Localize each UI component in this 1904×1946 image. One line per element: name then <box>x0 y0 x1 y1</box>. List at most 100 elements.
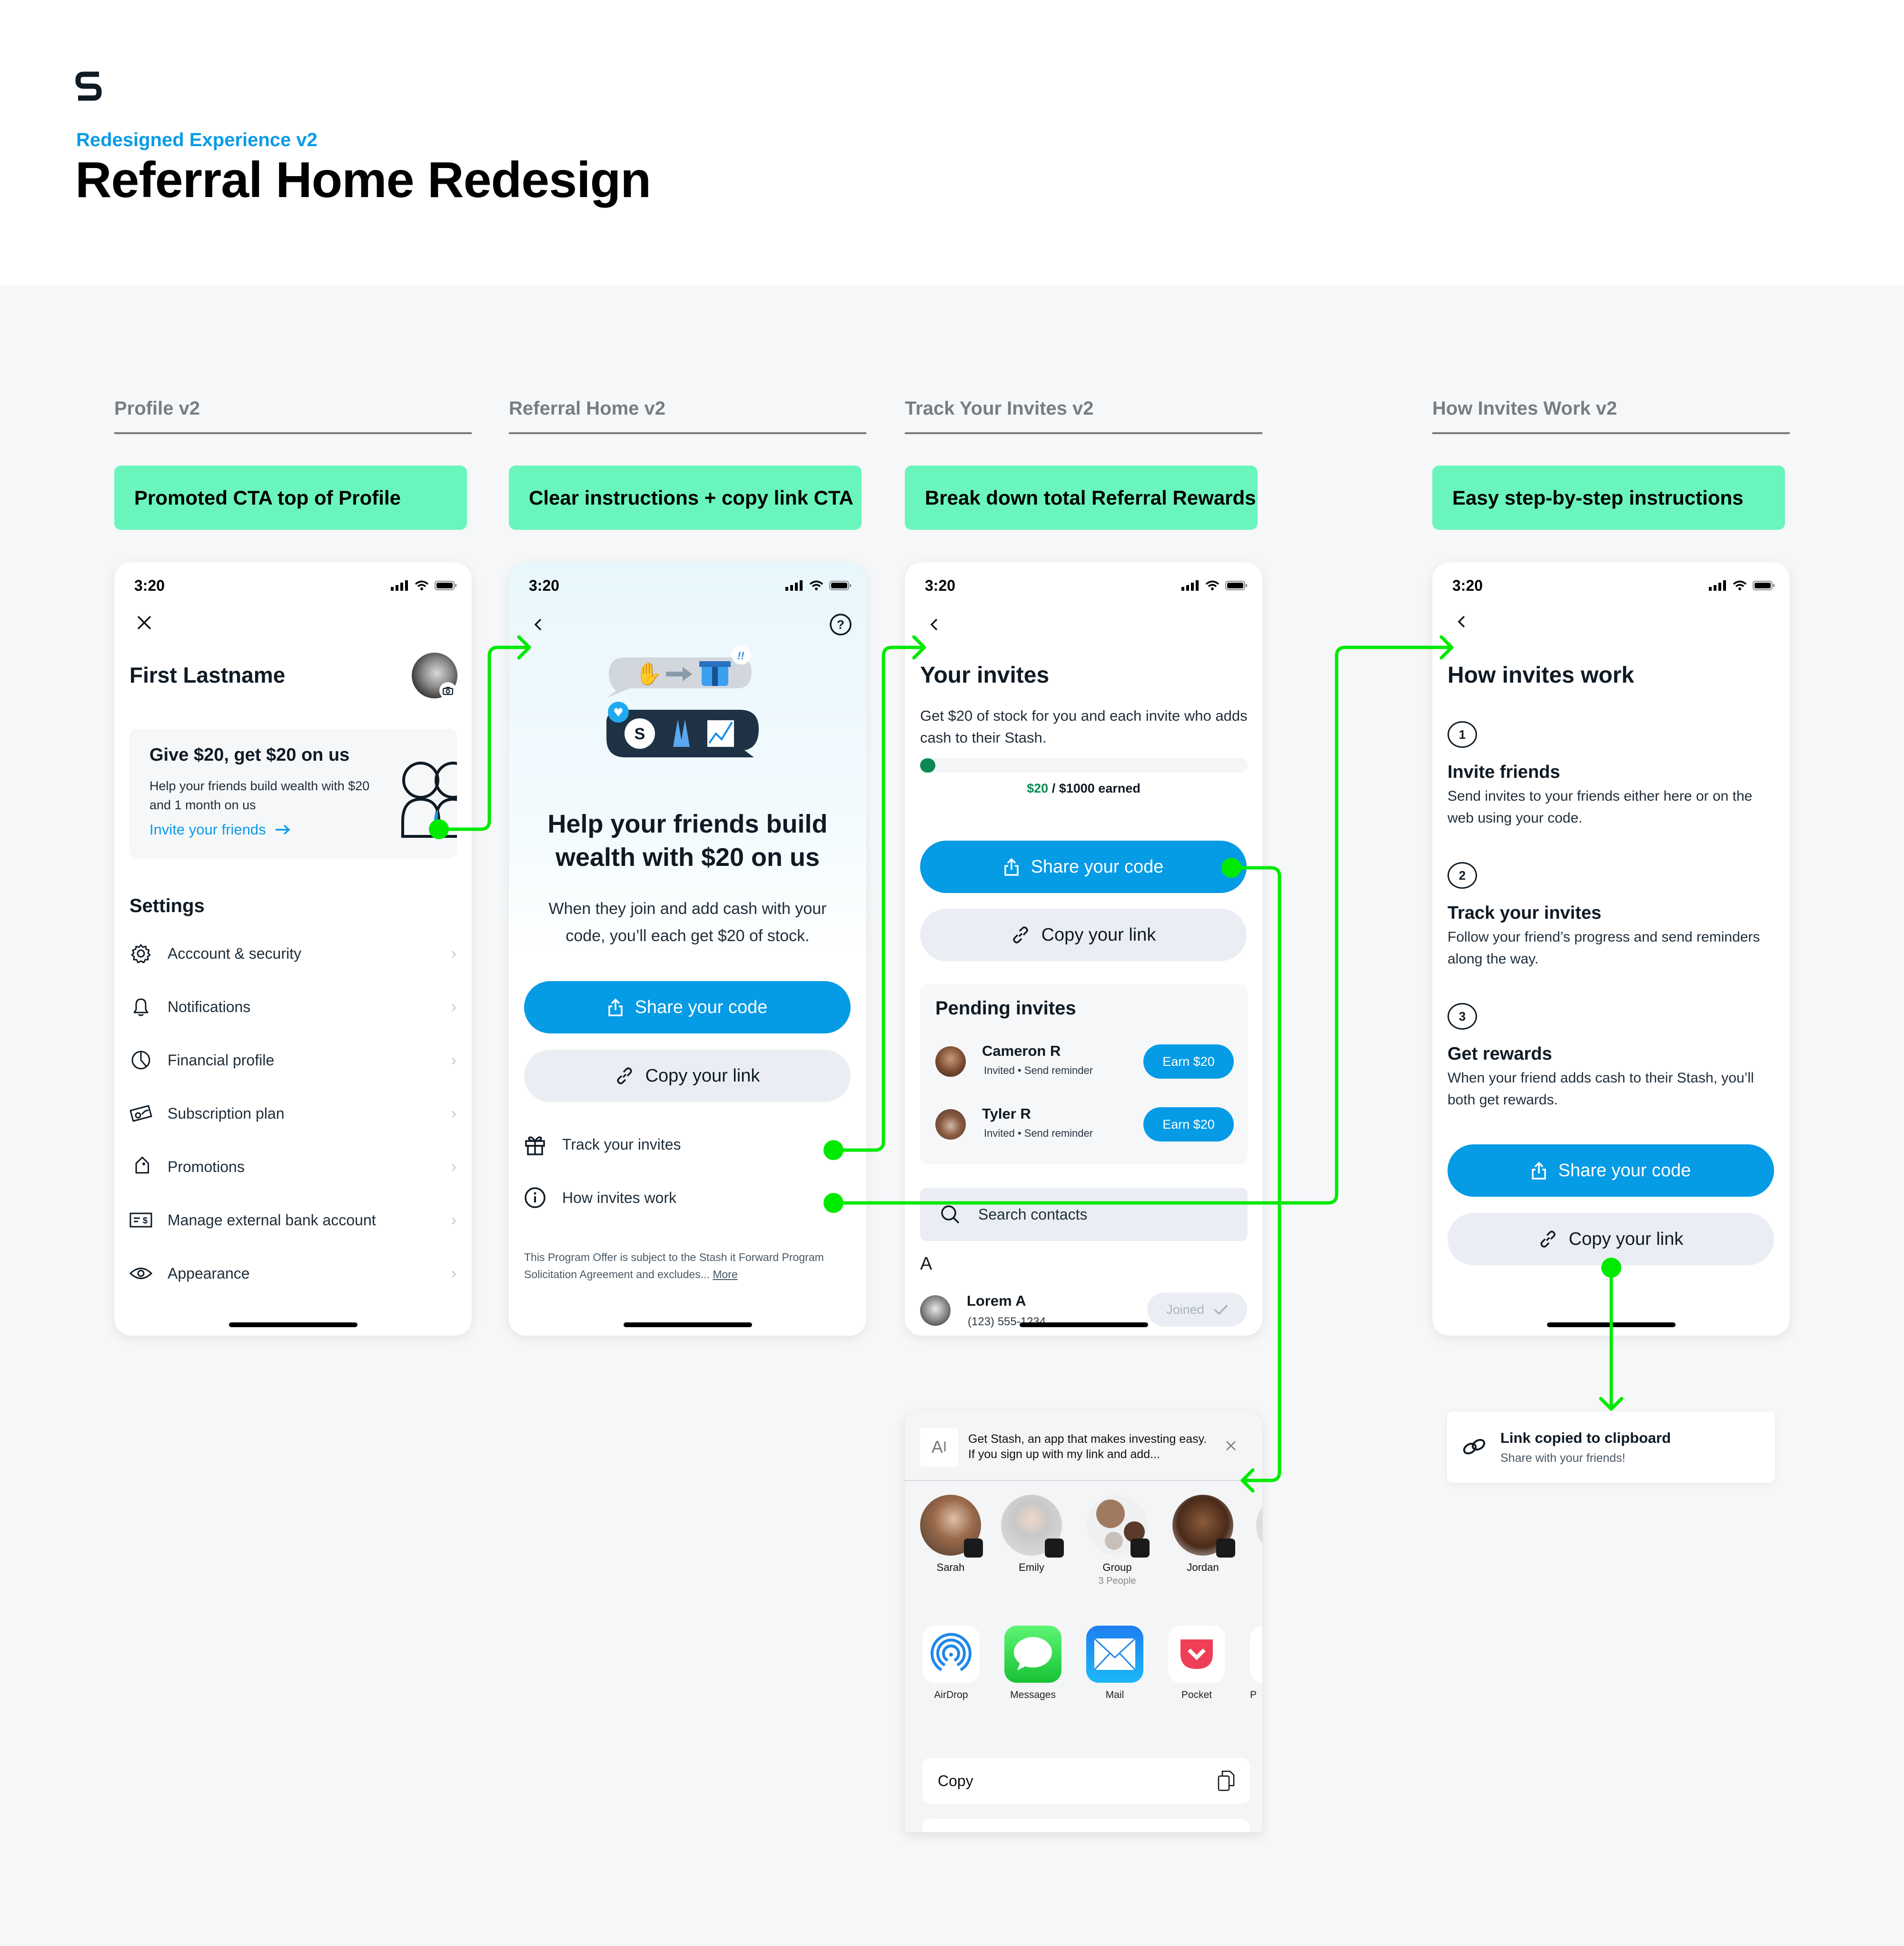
signal-icon <box>1709 580 1726 591</box>
svg-text:?: ? <box>837 617 844 632</box>
mail-icon <box>1086 1626 1143 1683</box>
eye-icon <box>129 1262 152 1285</box>
step-1: 1 Invite friends Send invites to your fr… <box>1448 721 1776 829</box>
avatar <box>935 1109 966 1140</box>
share-person[interactable]: Jordan <box>1170 1495 1236 1574</box>
signal-icon <box>391 580 408 591</box>
back-chevron-icon[interactable] <box>1449 610 1473 634</box>
checkmark-icon <box>1214 1304 1228 1315</box>
svg-text:!!: !! <box>737 650 744 662</box>
settings-item-label: Acccount & security <box>168 944 301 962</box>
share-person[interactable]: Sarah <box>917 1495 984 1574</box>
rewards-progress-fill <box>920 758 935 773</box>
share-code-button[interactable]: Share your code <box>920 841 1247 893</box>
earn-button[interactable]: Earn $20 <box>1143 1044 1234 1079</box>
person-name: Emily <box>1019 1561 1044 1573</box>
back-chevron-icon[interactable] <box>922 613 946 636</box>
app-name: Mail <box>1105 1689 1124 1700</box>
step-3: 3 Get rewards When your friend adds cash… <box>1448 1003 1776 1111</box>
settings-item-financial-profile[interactable]: Financial profile › <box>129 1041 456 1079</box>
toast-subtitle: Share with your friends! <box>1500 1451 1626 1465</box>
contact-row: Lorem A (123) 555-1234 Joined <box>920 1292 1249 1333</box>
copy-link-button[interactable]: Copy your link <box>920 909 1247 961</box>
contact-name: Lorem A <box>967 1292 1026 1309</box>
step-number-badge: 1 <box>1448 721 1477 748</box>
status-time: 3:20 <box>529 576 560 594</box>
settings-item-subscription-plan[interactable]: Subscription plan › <box>129 1094 456 1132</box>
more-link[interactable]: More <box>713 1268 737 1281</box>
share-person[interactable]: Emily <box>998 1495 1065 1574</box>
share-action-copy[interactable]: Copy <box>922 1758 1250 1804</box>
share-app-airdrop[interactable]: AirDrop <box>922 1626 980 1701</box>
step-body: Send invites to your friends either here… <box>1448 788 1753 826</box>
how-invites-work-link[interactable]: How invites work <box>524 1187 676 1209</box>
settings-item-manage-bank[interactable]: $ Manage external bank account › <box>129 1201 456 1239</box>
copy-link-label: Copy your link <box>1568 1229 1684 1249</box>
app-name: Pocket <box>1181 1689 1212 1700</box>
settings-item-label: Subscription plan <box>168 1104 285 1122</box>
track-invites-link[interactable]: Track your invites <box>524 1133 681 1155</box>
promo-body: Help your friends build wealth with $20 … <box>149 779 370 812</box>
invite-friends-link[interactable]: Invite your friends <box>149 821 291 838</box>
share-apps-row: AirDrop Messages Mail Pocket P <box>905 1626 1262 1702</box>
pie-chart-icon <box>129 1049 152 1072</box>
settings-item-label: Financial profile <box>168 1051 275 1069</box>
share-code-button[interactable]: Share your code <box>1448 1144 1774 1197</box>
search-icon <box>941 1205 960 1224</box>
person-name: Group <box>1102 1561 1132 1573</box>
back-chevron-icon[interactable] <box>526 613 550 636</box>
settings-item-appearance[interactable]: Appearance › <box>129 1254 456 1292</box>
share-person[interactable]: Group 3 People <box>1084 1495 1150 1587</box>
battery-icon <box>1753 581 1775 590</box>
share-icon <box>608 998 623 1016</box>
settings-item-notifications[interactable]: Notifications › <box>129 988 456 1026</box>
share-action-reading-list[interactable]: Add to Reading List <box>922 1819 1250 1832</box>
disclaimer-text: This Program Offer is subject to the Sta… <box>524 1251 824 1281</box>
share-app-more[interactable]: P <box>1250 1626 1262 1701</box>
chevron-right-icon: › <box>451 1264 456 1282</box>
friends-illustration-icon <box>401 762 457 838</box>
copy-link-button[interactable]: Copy your link <box>524 1050 851 1102</box>
pending-invite-row: Tyler R Invited • Send reminder Earn $20 <box>935 1105 1235 1142</box>
invites-body: Get $20 of stock for you and each invite… <box>920 707 1248 746</box>
step-body: Follow your friend’s progress and send r… <box>1448 929 1760 967</box>
copy-link-button[interactable]: Copy your link <box>1448 1213 1774 1265</box>
send-reminder-link[interactable]: Send reminder <box>1024 1064 1093 1076</box>
avatar[interactable] <box>1256 1495 1262 1556</box>
step-title: Invite friends <box>1448 762 1560 782</box>
send-reminder-link[interactable]: Send reminder <box>1024 1127 1093 1139</box>
share-app-messages[interactable]: Messages <box>1004 1626 1061 1701</box>
link-icon <box>1012 926 1028 943</box>
column-header-referral-home: Referral Home v2 <box>509 398 666 419</box>
airdrop-badge-icon <box>1216 1539 1235 1558</box>
home-indicator <box>229 1322 357 1327</box>
home-indicator <box>1020 1322 1148 1327</box>
annotation-tag: Clear instructions + copy link CTA <box>509 466 862 530</box>
settings-item-account-security[interactable]: Acccount & security › <box>129 934 456 973</box>
settings-item-label: Manage external bank account <box>168 1211 376 1229</box>
search-contacts-input[interactable]: Search contacts <box>920 1188 1248 1241</box>
column-header-profile: Profile v2 <box>114 398 200 419</box>
share-app-mail[interactable]: Mail <box>1086 1626 1143 1701</box>
status-bar: 3:20 <box>1452 574 1775 597</box>
airdrop-badge-icon <box>1045 1539 1064 1558</box>
pending-invites-card: Pending invites Cameron R Invited • Send… <box>920 984 1248 1164</box>
step-title: Get rewards <box>1448 1044 1552 1064</box>
camera-icon[interactable] <box>439 682 456 699</box>
page-subtitle: Redesigned Experience v2 <box>76 129 317 150</box>
progress-earned: $20 <box>1027 781 1049 795</box>
close-icon[interactable] <box>132 611 156 635</box>
invitee-name: Cameron R <box>982 1042 1061 1059</box>
promo-card[interactable]: Give $20, get $20 on us Help your friend… <box>129 729 457 858</box>
avatar <box>1105 1532 1123 1550</box>
earn-button[interactable]: Earn $20 <box>1143 1107 1234 1142</box>
share-app-pocket[interactable]: Pocket <box>1168 1626 1225 1701</box>
settings-item-promotions[interactable]: Promotions › <box>129 1148 456 1186</box>
link-icon <box>616 1067 632 1084</box>
share-icon <box>1531 1162 1546 1180</box>
help-icon[interactable]: ? <box>829 613 853 636</box>
share-code-button[interactable]: Share your code <box>524 981 851 1033</box>
step-title: Track your invites <box>1448 903 1602 923</box>
close-icon[interactable] <box>1221 1436 1240 1455</box>
svg-text:✋: ✋ <box>635 661 662 686</box>
